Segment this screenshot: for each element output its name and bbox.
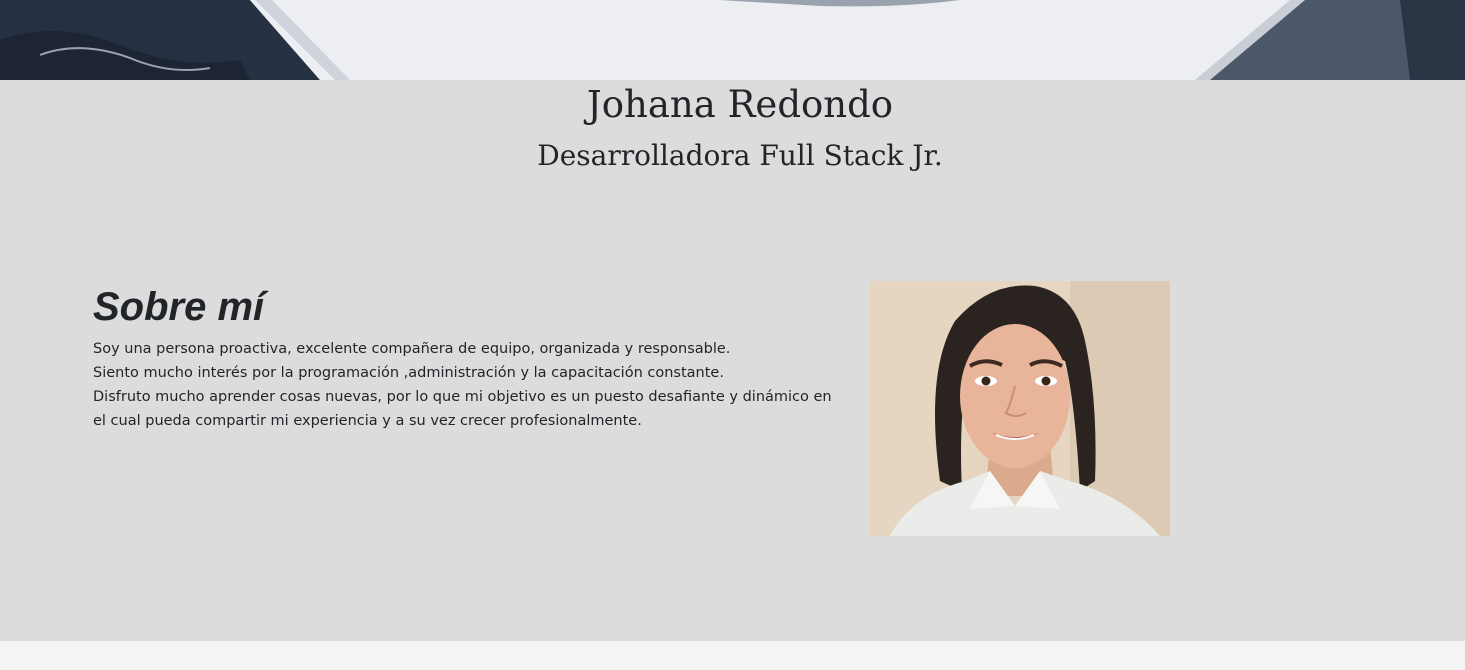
profile-name: Johana Redondo xyxy=(586,83,894,126)
profile-photo xyxy=(870,281,1170,536)
about-paragraph: Soy una persona proactiva, excelente com… xyxy=(93,341,731,357)
next-section-strip xyxy=(0,641,1465,670)
hero-background-image xyxy=(0,0,1465,80)
about-description: Soy una persona proactiva, excelente com… xyxy=(93,337,833,433)
profile-role: Desarrolladora Full Stack Jr. xyxy=(537,139,943,172)
about-title: Sobre mí xyxy=(93,285,265,329)
about-paragraph: Siento mucho interés por la programación… xyxy=(93,365,724,381)
about-paragraph: Disfruto mucho aprender cosas nuevas, po… xyxy=(93,389,832,429)
